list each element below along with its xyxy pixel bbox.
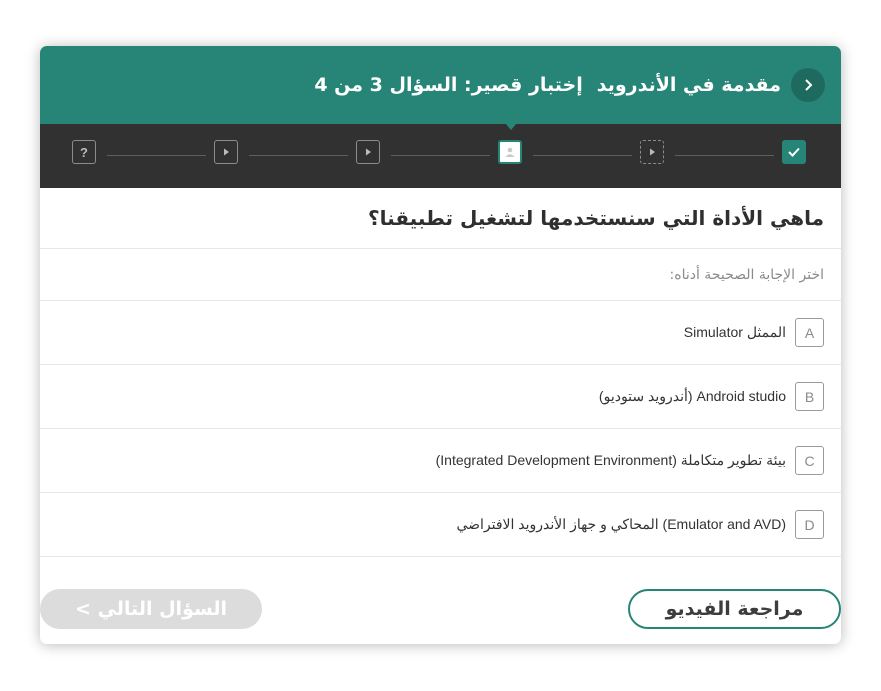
option-text: Android studio (أندرويد ستوديو) [598, 388, 786, 404]
step-completed[interactable] [782, 140, 806, 164]
question-icon: ? [80, 144, 88, 160]
progress-connector [391, 155, 490, 156]
progress-connector [675, 155, 774, 156]
review-video-button[interactable]: مراجعة الفيديو [628, 589, 841, 629]
quiz-footer: مراجعة الفيديو السؤال التالي > [40, 589, 841, 629]
quiz-card: مقدمة في الأندرويد إختبار قصير: السؤال 3 … [40, 46, 841, 644]
step-video[interactable] [356, 140, 380, 164]
option-letter: C [795, 446, 824, 475]
answer-option-c[interactable]: C بيئة تطوير متكاملة (Integrated Develop… [40, 429, 841, 493]
option-letter: A [795, 318, 824, 347]
next-question-button[interactable]: السؤال التالي > [40, 589, 262, 629]
step-current[interactable] [498, 140, 522, 164]
question-text: ماهي الأداة التي سنستخدمها لتشغيل تطبيقن… [40, 188, 841, 249]
answer-option-a[interactable]: A الممثل Simulator [40, 301, 841, 365]
quiz-header: مقدمة في الأندرويد إختبار قصير: السؤال 3 … [40, 46, 841, 124]
option-text: الممثل Simulator [683, 324, 786, 340]
option-letter: D [795, 510, 824, 539]
current-step-caret [505, 123, 517, 130]
progress-tracker: ? [40, 123, 841, 188]
back-button[interactable] [791, 68, 825, 102]
question-instruction: اختر الإجابة الصحيحة أدناه: [40, 249, 841, 301]
chevron-right-icon [805, 79, 813, 91]
play-icon [366, 148, 371, 156]
step-video-dashed[interactable] [640, 140, 664, 164]
step-video[interactable] [214, 140, 238, 164]
step-quiz[interactable]: ? [72, 140, 96, 164]
option-letter: B [795, 382, 824, 411]
page-title: مقدمة في الأندرويد إختبار قصير: السؤال 3 … [314, 74, 781, 96]
quiz-title: إختبار قصير: السؤال 3 من 4 [314, 74, 583, 96]
play-icon [224, 148, 229, 156]
play-icon [650, 148, 655, 156]
progress-connector [107, 155, 206, 156]
option-text: بيئة تطوير متكاملة (Integrated Developme… [435, 452, 786, 468]
course-title: مقدمة في الأندرويد [596, 74, 781, 96]
check-icon [788, 147, 800, 157]
option-text: (Emulator and AVD) المحاكي و جهاز الأندر… [456, 516, 786, 532]
answer-option-b[interactable]: B Android studio (أندرويد ستوديو) [40, 365, 841, 429]
progress-connector [533, 155, 632, 156]
answer-option-d[interactable]: D (Emulator and AVD) المحاكي و جهاز الأن… [40, 493, 841, 557]
person-icon [505, 147, 515, 157]
progress-connector [249, 155, 348, 156]
